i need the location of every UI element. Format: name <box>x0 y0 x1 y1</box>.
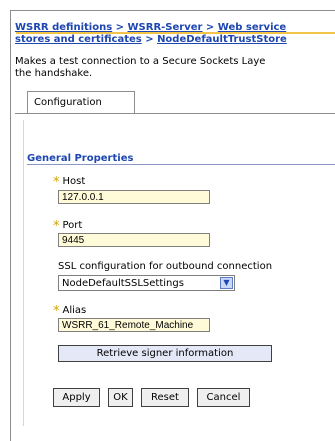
reset-button[interactable]: Reset <box>141 388 189 407</box>
required-icon: * <box>53 304 60 319</box>
page-description: Makes a test connection to a Secure Sock… <box>15 56 335 80</box>
host-label-text: Host <box>62 176 86 187</box>
alias-label: * Alias <box>53 304 87 319</box>
breadcrumb-separator: > <box>141 34 158 45</box>
ok-button[interactable]: OK <box>108 388 133 407</box>
breadcrumb-link-web-service-stores[interactable]: stores and certificates <box>15 34 142 45</box>
alias-field[interactable]: WSRR_61_Remote_Machine <box>58 318 210 332</box>
breadcrumb-link-node-default-trust-store[interactable]: NodeDefaultTrustStore <box>157 34 287 45</box>
port-field[interactable]: 9445 <box>58 233 210 247</box>
section-divider <box>27 164 335 165</box>
configuration-content <box>23 120 335 426</box>
alias-label-text: Alias <box>62 305 87 316</box>
tab-bar: Configuration <box>15 86 335 118</box>
host-label: * Host <box>53 175 86 190</box>
breadcrumb-rule <box>16 32 335 34</box>
apply-button[interactable]: Apply <box>53 388 100 407</box>
description-line-1: Makes a test connection to a Secure Sock… <box>15 56 266 67</box>
ssl-config-select[interactable]: NodeDefaultSSLSettings ▼ <box>58 275 235 291</box>
cancel-button[interactable]: Cancel <box>197 388 250 407</box>
required-icon: * <box>53 219 60 234</box>
port-label-text: Port <box>62 220 83 231</box>
host-field[interactable]: 127.0.0.1 <box>58 190 210 204</box>
breadcrumb-line-2: stores and certificates > NodeDefaultTru… <box>15 34 335 46</box>
retrieve-signer-button[interactable]: Retrieve signer information <box>58 345 272 362</box>
tab-configuration-label: Configuration <box>34 97 102 108</box>
tab-bar-rule <box>15 113 335 114</box>
section-title: General Properties <box>27 153 134 164</box>
ssl-config-label: SSL configuration for outbound connectio… <box>58 261 273 272</box>
tab-configuration[interactable]: Configuration <box>27 91 135 114</box>
breadcrumb: WSRR definitions > WSRR-Server > Web ser… <box>15 22 335 46</box>
required-icon: * <box>53 175 60 190</box>
chevron-down-icon[interactable]: ▼ <box>220 277 233 289</box>
description-line-2: the handshake. <box>15 68 93 79</box>
port-label: * Port <box>53 219 83 234</box>
ssl-config-selected-value: NodeDefaultSSLSettings <box>62 278 184 289</box>
